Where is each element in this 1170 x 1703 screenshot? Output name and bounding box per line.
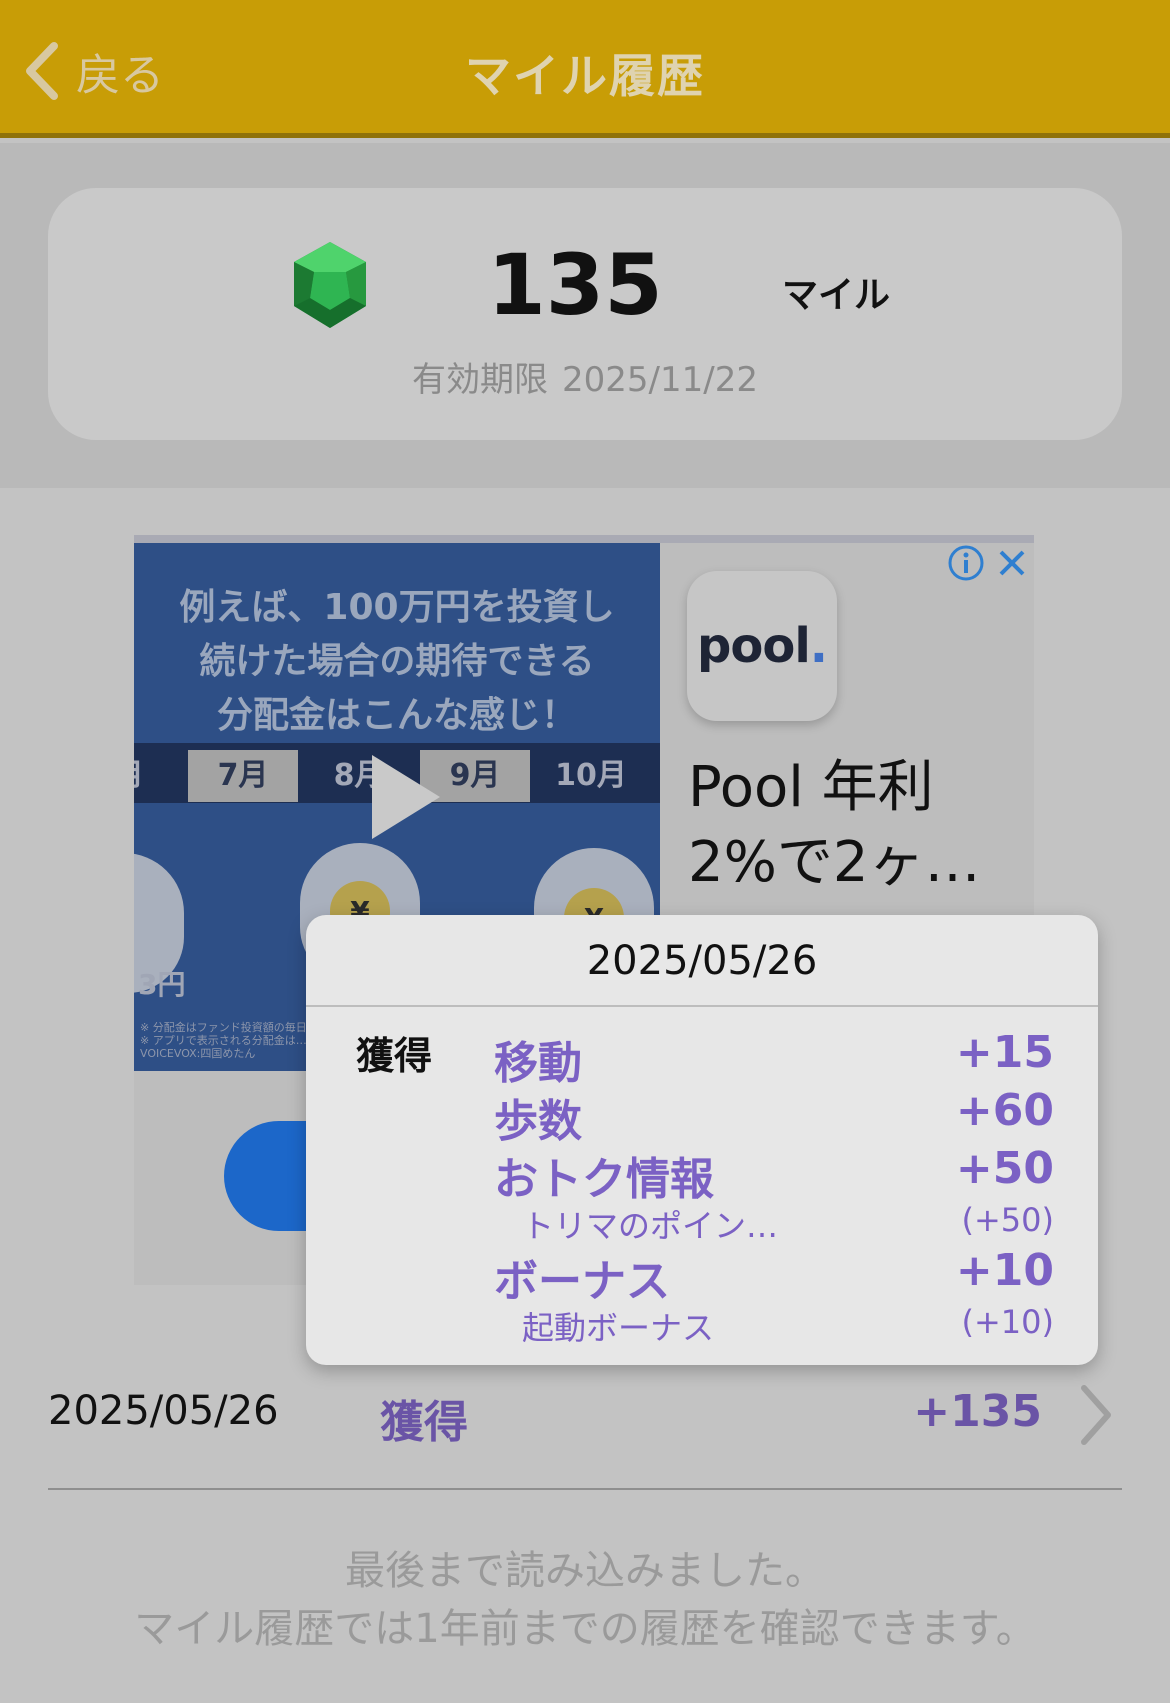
breakdown-subitem: トリマのポイン… (+50) [494,1201,1054,1245]
breakdown-subvalue: (+50) [961,1201,1055,1239]
ad-fine-print: ※ 分配金はファンド投資額の毎日の… ※ アプリで表示される分配金は… VOIC… [140,1021,329,1060]
breakdown-name: 歩数 [494,1096,582,1147]
expiry-label: 有効期限 [412,360,549,400]
amount-fragment: 3円 [138,968,186,1001]
breakdown-item: 歩数 +60 [494,1085,1054,1147]
history-amount: +135 [913,1386,1042,1437]
history-row[interactable]: 2025/05/26 獲得 +135 [0,1372,1170,1492]
breakdown-name: おトク情報 [494,1154,714,1205]
green-gem-icon [294,242,366,328]
play-icon[interactable] [372,755,440,839]
divider [48,1488,1122,1490]
ad-video-text: 例えば、100万円を投資し 続けた場合の期待できる 分配金はこんな感じ！ [179,587,615,736]
breakdown-subvalue: (+10) [961,1303,1055,1341]
history-date: 2025/05/26 [48,1388,279,1434]
ad-headline[interactable]: Pool 年利 2%で2ヶ… [688,750,1008,900]
breakdown-value: +50 [955,1143,1054,1194]
miles-balance: 135 [487,236,663,334]
month-label: 10月 [555,758,627,793]
breakdown-subname: 起動ボーナス [522,1309,715,1347]
close-icon[interactable] [992,543,1032,583]
breakdown-name: 移動 [494,1038,582,1089]
chevron-right-icon [1081,1385,1111,1445]
month-label: 7月 [188,750,298,802]
footer-line-1: 最後まで読み込みました。 [345,1548,825,1594]
breakdown-popover: 2025/05/26 獲得 移動 +15 歩数 +60 おトク情報 +50 トリ… [306,915,1098,1365]
breakdown-value: +60 [955,1085,1054,1136]
breakdown-value: +10 [955,1245,1054,1296]
nav-bar: 戻る マイル履歴 [0,0,1170,138]
page-title: マイル履歴 [465,49,705,103]
expiry-date: 2025/11/22 [562,360,758,400]
breakdown-subname: トリマのポイン… [522,1207,779,1245]
miles-unit: マイル [782,275,891,316]
footer-line-2: マイル履歴では1年前までの履歴を確認できます。 [134,1606,1036,1652]
month-label: 月 [134,750,184,802]
pool-app-icon[interactable]: pool. [687,571,837,721]
expiry-text: 有効期限 2025/11/22 [0,352,1170,401]
end-of-list-note: 最後まで読み込みました。 マイル履歴では1年前までの履歴を確認できます。 [0,1542,1170,1658]
popover-date: 2025/05/26 [306,915,1098,1007]
breakdown-item: おトク情報 +50 [494,1143,1054,1205]
breakdown-subitem: 起動ボーナス (+10) [494,1303,1054,1347]
breakdown-value: +15 [955,1027,1054,1078]
info-icon[interactable] [946,543,986,583]
ad-progress-line [134,535,1034,543]
breakdown-item: 移動 +15 [494,1027,1054,1089]
history-type: 獲得 [380,1397,468,1448]
app-name: pool [697,618,811,674]
popover-label: 獲得 [356,1034,433,1078]
breakdown-item: ボーナス +10 [494,1245,1054,1307]
breakdown-name: ボーナス [494,1256,670,1307]
